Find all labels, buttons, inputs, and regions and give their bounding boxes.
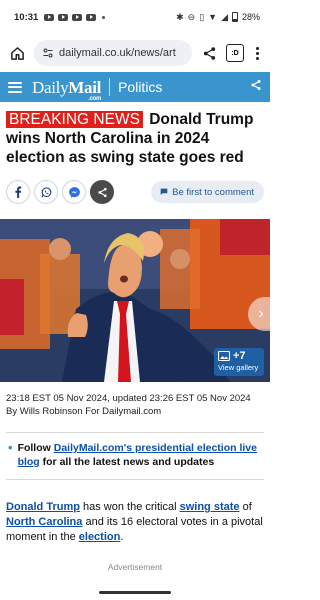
header-share-button[interactable]: [250, 78, 262, 96]
follow-text: Follow DailyMail.com's presidential elec…: [17, 442, 257, 468]
facebook-icon: [15, 186, 22, 198]
header-divider: [109, 78, 111, 96]
gallery-count: +7: [233, 350, 246, 362]
gallery-icon: [218, 351, 230, 361]
youtube-notification-icon: [86, 13, 97, 21]
follow-live-blog: • Follow DailyMail.com's presidential el…: [0, 433, 270, 469]
bullet-icon: •: [8, 440, 13, 455]
section-title[interactable]: Politics: [118, 79, 162, 95]
dnd-icon: ⊖: [187, 11, 196, 22]
site-settings-icon[interactable]: [42, 47, 54, 59]
share-row: Be first to comment: [0, 179, 270, 205]
browser-toolbar: dailymail.co.uk/news/art :D: [0, 34, 270, 72]
breaking-news-badge: BREAKING NEWS: [6, 111, 143, 128]
whatsapp-icon: [41, 186, 51, 198]
home-button[interactable]: [8, 44, 26, 62]
home-icon: [10, 46, 24, 60]
comment-icon: [160, 188, 168, 195]
messenger-share-button[interactable]: [62, 180, 86, 204]
more-share-button[interactable]: [90, 180, 114, 204]
status-time: 10:31: [14, 11, 39, 23]
tab-switcher-button[interactable]: :D: [226, 44, 244, 62]
status-bar: 10:31 ✱ ⊖ ▯ ▼ ◢ 28%: [0, 0, 270, 34]
lead-paragraph: Donald Trump has won the critical swing …: [6, 501, 263, 543]
youtube-notification-icon: [58, 13, 69, 21]
article-headline: BREAKING NEWS Donald Trump wins North Ca…: [0, 102, 270, 167]
share-icon: [97, 187, 107, 197]
address-bar[interactable]: dailymail.co.uk/news/art: [34, 40, 192, 66]
site-header: DailyMail .com Politics: [0, 72, 270, 102]
whatsapp-share-button[interactable]: [34, 180, 58, 204]
share-icon: [251, 80, 261, 90]
dateline: 23:18 EST 05 Nov 2024, updated 23:26 EST…: [6, 393, 251, 404]
site-logo[interactable]: DailyMail .com: [32, 79, 101, 102]
youtube-notification-icon: [72, 13, 83, 21]
byline: By Wills Robinson For Dailymail.com: [6, 406, 162, 417]
battery-icon: [231, 12, 238, 22]
north-carolina-link[interactable]: North Carolina: [6, 516, 82, 528]
signal-icon: ◢: [221, 11, 228, 22]
messenger-icon: [68, 186, 80, 198]
view-gallery-button[interactable]: +7 View gallery: [214, 348, 264, 376]
bluetooth-icon: ✱: [176, 11, 184, 22]
browser-menu-button[interactable]: [252, 46, 262, 60]
vibrate-icon: ▯: [199, 11, 205, 22]
youtube-notification-icon: [44, 13, 55, 21]
browser-share-button[interactable]: [200, 44, 218, 62]
chevron-right-icon: ›: [258, 305, 264, 323]
url-text: dailymail.co.uk/news/art: [59, 47, 176, 59]
gallery-label: View gallery: [218, 363, 259, 372]
article-meta: 23:18 EST 05 Nov 2024, updated 23:26 EST…: [0, 392, 270, 418]
swing-state-link[interactable]: swing state: [180, 501, 240, 513]
advertisement-label: Advertisement: [107, 562, 163, 572]
comment-button[interactable]: Be first to comment: [151, 181, 264, 203]
facebook-share-button[interactable]: [6, 180, 30, 204]
gesture-bar[interactable]: [99, 591, 171, 594]
comment-label: Be first to comment: [172, 186, 254, 198]
battery-percent: 28%: [241, 12, 260, 22]
hero-image[interactable]: +7 View gallery ›: [0, 219, 270, 382]
wifi-icon: ▼: [208, 12, 218, 22]
donald-trump-link[interactable]: Donald Trump: [6, 501, 80, 513]
election-link[interactable]: election: [79, 531, 121, 543]
more-notifications-icon: [102, 15, 106, 19]
share-icon: [203, 46, 215, 60]
hamburger-menu-icon[interactable]: [8, 81, 22, 93]
